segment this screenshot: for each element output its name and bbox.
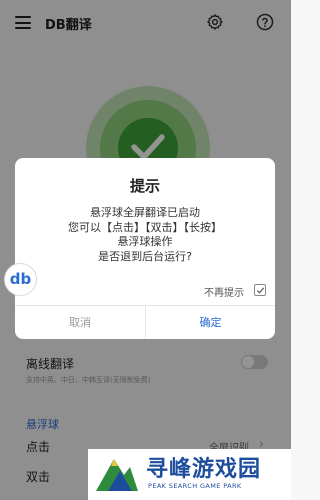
- floating-ball[interactable]: db: [4, 263, 37, 296]
- dialog-line: 是否退到后台运行?: [98, 249, 192, 263]
- watermark-subtitle: PEAK SEARCH GAME PARK: [148, 482, 242, 490]
- prompt-dialog: 提示 悬浮球全屏翻译已启动 您可以【点击】【双击】【长按】 悬浮球操作 是否退到…: [15, 158, 275, 339]
- mountain-logo-icon: [96, 459, 138, 491]
- dialog-line: 悬浮球操作: [117, 235, 173, 248]
- dialog-title: 提示: [129, 177, 160, 195]
- dont-show-again-checkbox[interactable]: [254, 284, 266, 296]
- dialog-message: 悬浮球全屏翻译已启动 您可以【点击】【双击】【长按】 悬浮球操作 是否退到后台运…: [15, 206, 275, 264]
- dont-show-again-label[interactable]: 不再提示: [204, 284, 244, 299]
- watermark-title: 寻峰游戏园: [146, 457, 262, 482]
- watermark: 寻峰游戏园 PEAK SEARCH GAME PARK: [88, 449, 291, 500]
- dialog-line: 悬浮球全屏翻译已启动: [90, 206, 200, 219]
- dialog-line: 您可以【点击】【双击】【长按】: [68, 220, 222, 234]
- cancel-button[interactable]: 取消: [15, 306, 145, 339]
- confirm-button[interactable]: 确定: [146, 306, 275, 339]
